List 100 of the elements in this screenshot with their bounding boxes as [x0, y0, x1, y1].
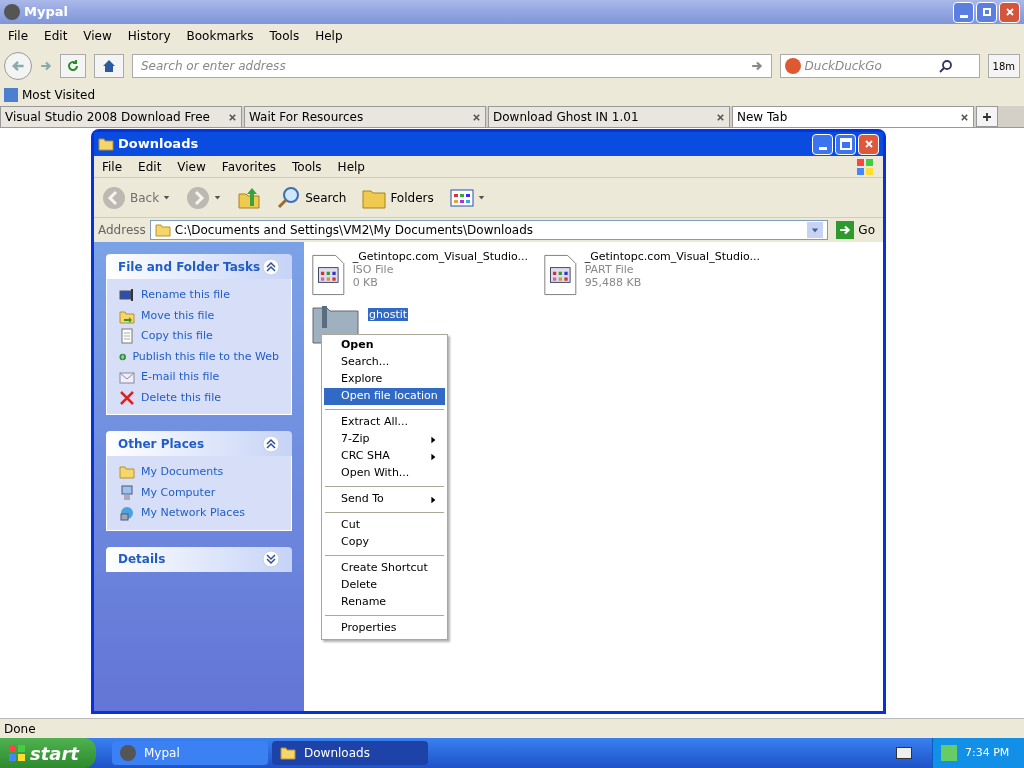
- copy-icon: [119, 328, 135, 345]
- bookmark-item[interactable]: Most Visited: [4, 86, 96, 104]
- menu-item[interactable]: File: [8, 27, 29, 45]
- menu-item[interactable]: Help: [315, 27, 343, 45]
- panel-header[interactable]: Other Places: [106, 431, 292, 456]
- rename-icon: [119, 287, 135, 304]
- browser-tab[interactable]: Visual Studio 2008 Download Free: [0, 106, 242, 127]
- taskbar-button[interactable]: Downloads: [272, 741, 428, 765]
- plus-icon: [982, 111, 992, 122]
- address-input[interactable]: Search or enter address: [141, 57, 743, 75]
- delete-icon: [119, 389, 135, 406]
- file-name[interactable]: _Getintopc.com_Visual_Studio...: [352, 250, 528, 263]
- menu-item[interactable]: Properties: [324, 620, 445, 637]
- task-link[interactable]: Delete this file: [141, 389, 221, 406]
- menu-item[interactable]: Edit: [138, 157, 162, 176]
- search-icon[interactable]: [938, 59, 953, 73]
- caret-icon: [163, 194, 171, 201]
- menu-item[interactable]: Send To: [324, 491, 445, 508]
- menu-item[interactable]: Help: [337, 157, 365, 176]
- folder-icon: [154, 223, 171, 237]
- menu-item[interactable]: Search...: [324, 354, 445, 371]
- browser-tab[interactable]: Download Ghost IN 1.01: [488, 106, 730, 127]
- task-link[interactable]: Rename this file: [141, 287, 230, 304]
- windows-logo-icon: [855, 157, 875, 176]
- close-button[interactable]: [999, 1, 1020, 23]
- menu-item[interactable]: Create Shortcut: [324, 560, 445, 577]
- timer-button[interactable]: 18m: [987, 54, 1020, 78]
- minimize-button[interactable]: [812, 133, 833, 155]
- search-input[interactable]: DuckDuckGo: [804, 57, 935, 75]
- search-engine-icon: [784, 58, 801, 74]
- caret-icon: [477, 194, 485, 201]
- new-tab-button[interactable]: [976, 106, 998, 127]
- address-label: Address: [98, 222, 146, 239]
- menu-item[interactable]: View: [83, 27, 112, 45]
- menu-item[interactable]: Tools: [269, 27, 300, 45]
- toolbar-button[interactable]: Folders: [358, 181, 438, 214]
- back-arrow-icon: [11, 59, 25, 73]
- address-field[interactable]: C:\Documents and Settings\VM2\My Documents\Downloads: [149, 220, 829, 240]
- search-field[interactable]: DuckDuckGo: [779, 54, 980, 78]
- menu-item[interactable]: Extract All...: [324, 414, 445, 431]
- task-link[interactable]: Move this file: [141, 307, 215, 324]
- menu-item[interactable]: Rename: [324, 594, 445, 611]
- toolbar-button[interactable]: Search: [273, 181, 351, 214]
- file-size: 0 KB: [352, 276, 379, 289]
- taskbar-button[interactable]: Mypal: [112, 741, 268, 765]
- minimize-button[interactable]: [953, 1, 974, 23]
- close-icon: [960, 112, 969, 122]
- expand-icon[interactable]: [262, 550, 280, 568]
- file-type: PART File: [584, 263, 635, 276]
- menu-item[interactable]: Tools: [292, 157, 322, 176]
- status-text: Done: [4, 720, 36, 738]
- browser-tab[interactable]: New Tab: [732, 106, 974, 127]
- window-title: Mypal: [24, 3, 69, 22]
- task-link[interactable]: My Documents: [141, 464, 224, 481]
- task-link[interactable]: Copy this file: [141, 328, 213, 345]
- panel-header[interactable]: File and Folder Tasks: [106, 254, 292, 279]
- menu-item[interactable]: Delete: [324, 577, 445, 594]
- go-arrow-icon: [750, 60, 763, 72]
- menu-item[interactable]: Explore: [324, 371, 445, 388]
- maximize-button[interactable]: [835, 133, 856, 155]
- reload-icon: [66, 59, 80, 73]
- menu-item[interactable]: Open: [324, 337, 445, 354]
- go-button[interactable]: Go: [832, 221, 879, 239]
- windows-logo-icon: [8, 744, 26, 762]
- menu-item[interactable]: Open file location: [324, 388, 445, 405]
- submenu-arrow-icon: [429, 495, 437, 504]
- menu-item[interactable]: Bookmarks: [186, 27, 254, 45]
- views-icon: [449, 187, 474, 208]
- menu-item[interactable]: 7-Zip: [324, 431, 445, 448]
- menu-item[interactable]: History: [127, 27, 171, 45]
- collapse-icon[interactable]: [262, 257, 280, 276]
- restore-button[interactable]: [976, 1, 997, 23]
- home-button[interactable]: [94, 54, 124, 78]
- menu-item[interactable]: Favorites: [221, 157, 277, 176]
- menu-item[interactable]: File: [102, 157, 123, 176]
- menu-item[interactable]: Copy: [324, 534, 445, 551]
- close-icon: [472, 112, 481, 122]
- file-name[interactable]: _Getintopc.com_Visual_Studio...: [584, 250, 760, 263]
- close-icon: [228, 112, 237, 122]
- address-field[interactable]: Search or enter address: [132, 54, 772, 78]
- browser-tab[interactable]: Wait For Resources: [244, 106, 486, 127]
- dropdown-button[interactable]: [807, 222, 824, 238]
- task-link[interactable]: My Computer: [141, 484, 216, 501]
- task-link[interactable]: Publish this file to the Web: [132, 348, 279, 365]
- menu-item[interactable]: Open With...: [324, 465, 445, 482]
- close-icon: [1004, 7, 1015, 17]
- menu-item[interactable]: Cut: [324, 517, 445, 534]
- collapse-icon[interactable]: [262, 434, 280, 453]
- task-link[interactable]: My Network Places: [141, 505, 245, 522]
- file-type: ISO File: [352, 263, 395, 276]
- menu-item[interactable]: CRC SHA: [324, 448, 445, 465]
- file-size: 95,488 KB: [584, 276, 643, 289]
- menu-item[interactable]: View: [177, 157, 206, 176]
- task-link[interactable]: E-mail this file: [141, 369, 220, 386]
- menu-item[interactable]: Edit: [44, 27, 68, 45]
- close-button[interactable]: [858, 133, 879, 155]
- panel-header[interactable]: Details: [106, 546, 292, 572]
- file-name[interactable]: ghostit: [368, 308, 409, 321]
- folder-icon: [280, 746, 296, 760]
- reload-button[interactable]: [60, 54, 86, 78]
